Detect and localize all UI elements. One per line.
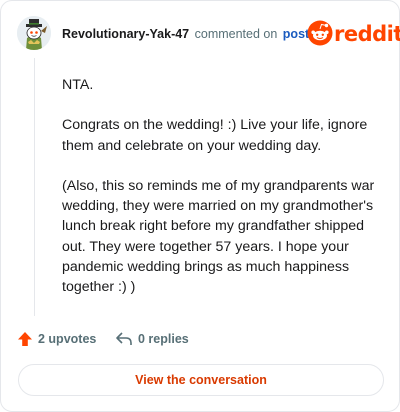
comment-byline: Revolutionary-Yak-47 commented on post [62, 27, 309, 41]
reddit-wordmark: reddit [334, 22, 400, 46]
username-link[interactable]: Revolutionary-Yak-47 [62, 27, 189, 41]
reply-button[interactable]: 0 replies [115, 331, 189, 347]
reply-count: 0 replies [138, 332, 189, 346]
reddit-snoo-icon [307, 20, 333, 46]
user-avatar[interactable] [17, 16, 51, 50]
comment-body: NTA. Congrats on the wedding! :) Live yo… [62, 75, 380, 318]
comment-paragraph: Congrats on the wedding! :) Live your li… [62, 117, 368, 154]
comment-paragraph: NTA. [62, 77, 94, 93]
comment-header: Revolutionary-Yak-47 commented on post r… [17, 16, 400, 52]
comment-embed-card: Revolutionary-Yak-47 commented on post r… [0, 0, 400, 412]
reply-arrow-icon [116, 332, 132, 345]
reddit-logo[interactable]: reddit [307, 20, 400, 46]
comment-actions: 2 upvotes 0 replies [17, 331, 377, 351]
post-link[interactable]: post [283, 27, 309, 41]
comment-paragraph: (Also, this so reminds me of my grandpar… [62, 177, 375, 296]
snoo-avatar-icon [17, 16, 51, 50]
upvote-count: 2 upvotes [38, 332, 97, 346]
upvote-button[interactable]: 2 upvotes [17, 331, 96, 347]
view-conversation-button[interactable]: View the conversation [18, 364, 384, 396]
action-text: commented on [194, 27, 278, 41]
thread-line [34, 58, 35, 316]
upvote-arrow-icon [18, 332, 32, 346]
